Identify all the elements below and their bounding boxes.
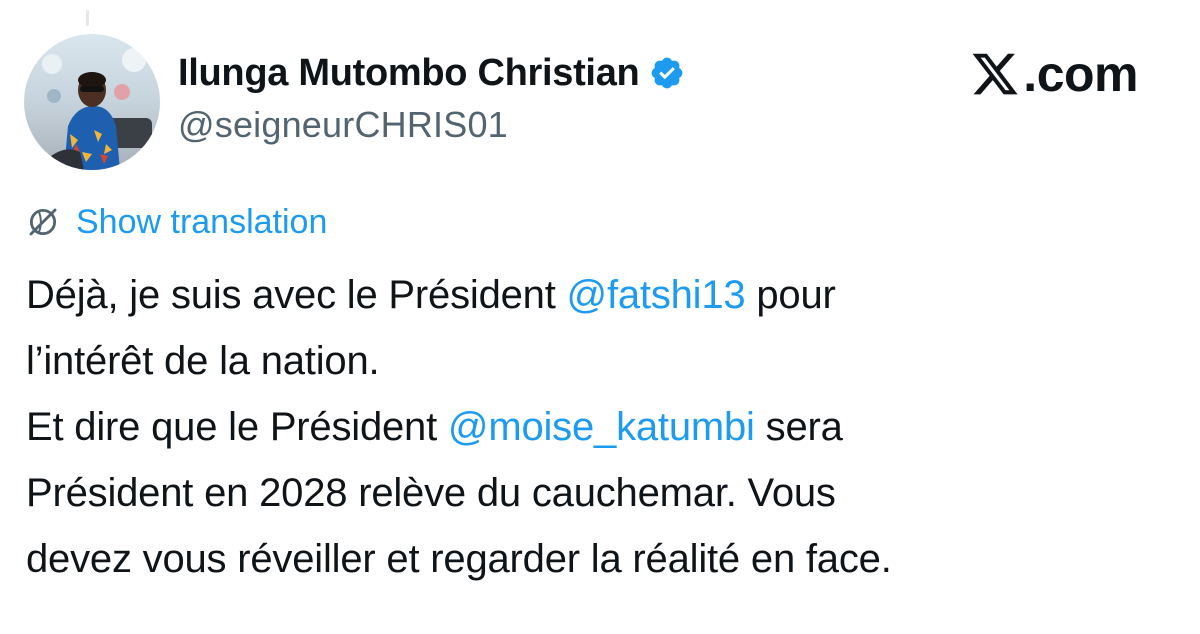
- tweet-text-segment: Et dire que le Président: [26, 405, 448, 449]
- tweet-line: devez vous réveiller et regarder la réal…: [26, 526, 1176, 592]
- tweet-text: Déjà, je suis avec le Président @fatshi1…: [26, 262, 1176, 592]
- tweet-line: Et dire que le Président @moise_katumbi …: [26, 394, 1176, 460]
- brand-logo: .com: [969, 46, 1138, 102]
- divider-mark: [86, 10, 89, 26]
- mention-link[interactable]: @moise_katumbi: [448, 405, 755, 449]
- tweet-card: Ilunga Mutombo Christian @seigneurCHRIS0…: [0, 0, 1200, 634]
- mention-link[interactable]: @fatshi13: [567, 273, 746, 317]
- tweet-text-segment: devez vous réveiller et regarder la réal…: [26, 537, 892, 581]
- verified-badge-icon: [649, 55, 685, 91]
- translation-row[interactable]: Show translation: [26, 200, 327, 244]
- tweet-line: l’intérêt de la nation.: [26, 328, 1176, 394]
- avatar-photo: [24, 34, 160, 170]
- tweet-line: Président en 2028 relève du cauchemar. V…: [26, 460, 1176, 526]
- tweet-line: Déjà, je suis avec le Président @fatshi1…: [26, 262, 1176, 328]
- avatar[interactable]: [24, 34, 160, 170]
- tweet-text-segment: Président en 2028 relève du cauchemar. V…: [26, 471, 836, 515]
- tweet-text-segment: l’intérêt de la nation.: [26, 339, 380, 383]
- globe-icon: [29, 208, 57, 236]
- show-translation-link[interactable]: Show translation: [76, 203, 327, 242]
- tweet-text-segment: Déjà, je suis avec le Président: [26, 273, 567, 317]
- tweet-text-segment: pour: [745, 273, 836, 317]
- author-name-row: Ilunga Mutombo Christian: [178, 48, 685, 98]
- author-handle[interactable]: @seigneurCHRIS01: [178, 104, 508, 146]
- author-display-name[interactable]: Ilunga Mutombo Christian: [178, 52, 640, 95]
- brand-suffix: .com: [1023, 46, 1138, 102]
- tweet-text-segment: sera: [754, 405, 843, 449]
- x-logo-icon: [972, 53, 1018, 95]
